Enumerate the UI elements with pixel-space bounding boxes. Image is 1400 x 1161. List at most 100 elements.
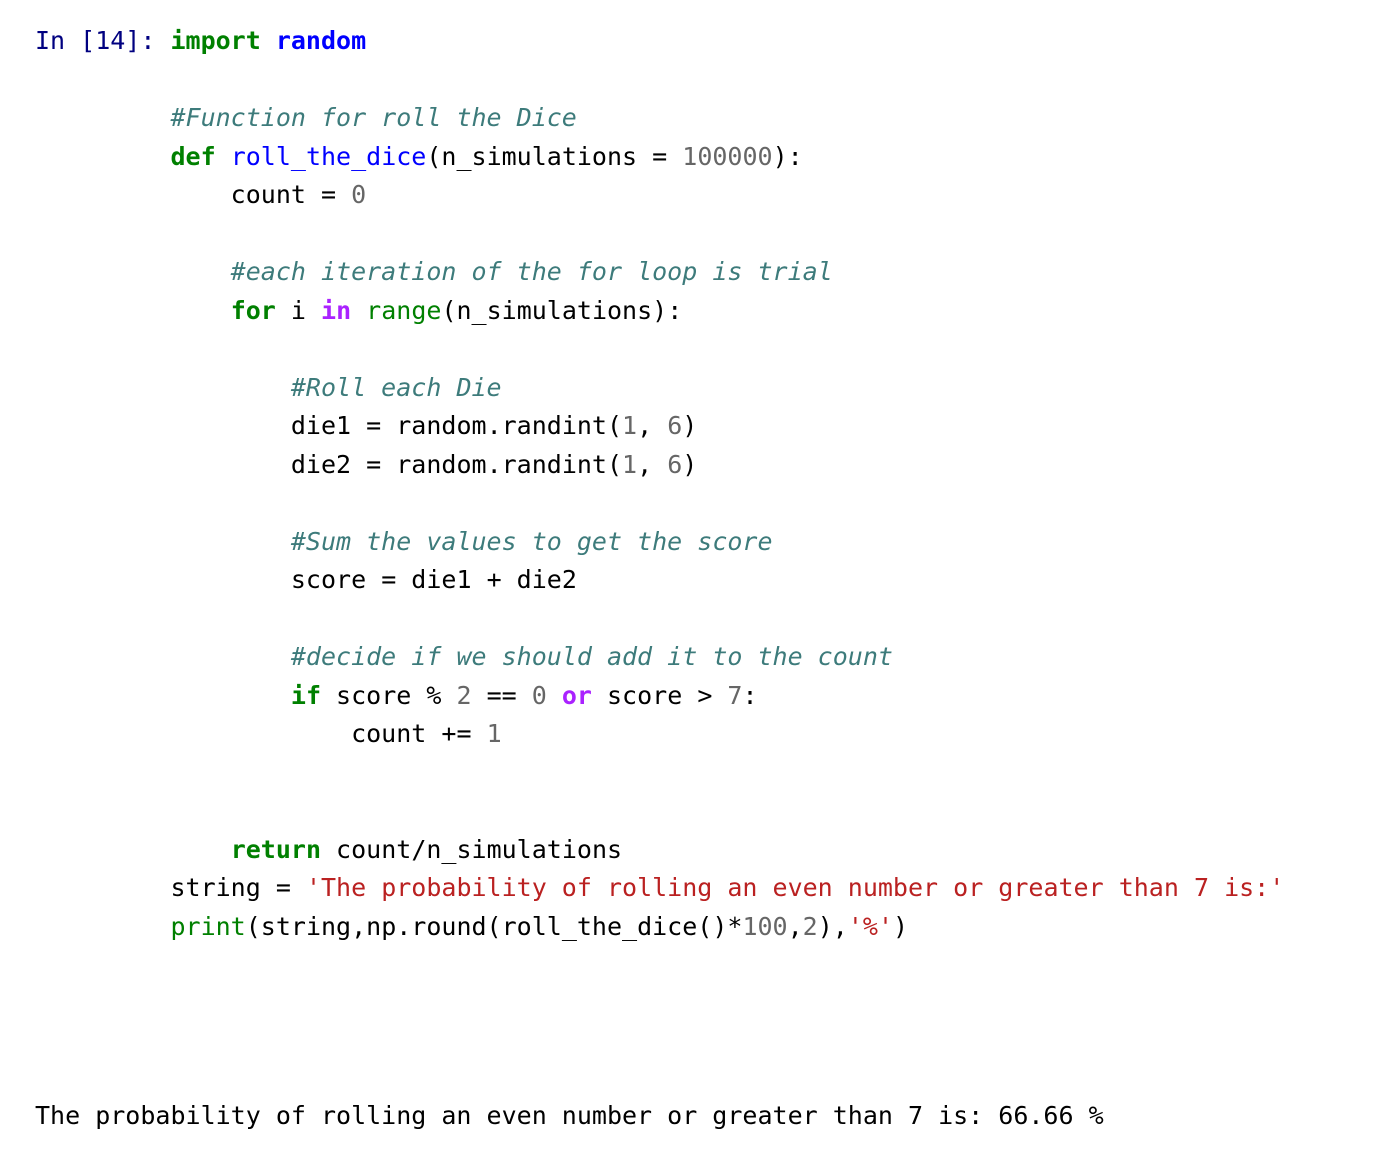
code-token: ) [682,449,698,479]
code-token: count [170,180,321,209]
line-def: def roll_the_dice(n_simulations = 100000… [170,138,1284,177]
code-token: 1 [486,719,502,748]
line-blank-5 [170,600,1284,639]
code-token: #Roll each Die [170,372,502,402]
code-editor-area[interactable]: import random #Function for roll the Dic… [170,22,1284,946]
code-token: in [321,295,367,325]
code-token: if [290,680,337,710]
code-token: 1 [622,411,638,440]
code-token: random [396,411,487,440]
line-for: for i in range(n_simulations): [170,292,1284,331]
line-return: return count/n_simulations [170,831,1284,870]
code-token: 100 [742,911,788,941]
code-token: (n_simulations): [441,295,683,325]
line-blank-3 [170,330,1284,369]
code-token: or [561,680,607,710]
code-token: .randint( [486,411,623,440]
code-token: 0 [531,680,562,710]
code-token: ), [817,911,848,941]
code-token: die2 [170,449,367,479]
line-blank-1 [170,61,1284,100]
code-token: import [170,26,276,55]
code-token: = [652,141,668,171]
line-score: score = die1 + die2 [170,561,1284,600]
code-token: roll_the_dice [230,141,427,171]
code-token: 6 [667,411,683,440]
code-token: range [366,295,442,325]
code-token: > [697,680,728,710]
code-token: random [396,449,487,479]
cell-output-stdout: The probability of rolling an even numbe… [35,1101,1104,1130]
code-token: random [275,26,367,55]
code-token: ) [682,411,698,440]
code-token: count [336,834,412,864]
code-token: 2 [456,680,487,710]
line-blank-2 [170,215,1284,254]
line-count-init: count = 0 [170,176,1284,215]
code-token: for [230,295,291,325]
code-token: 6 [667,449,683,479]
code-token: 100000 [682,141,773,171]
code-token: 0 [351,180,367,209]
code-token: / [411,834,427,864]
code-token: : [742,680,758,710]
code-token: count [170,719,442,748]
code-token: #Sum the values to get the score [170,526,773,556]
code-token: , [637,411,668,440]
code-token: 1 [622,449,638,479]
code-token: 7 [727,680,743,710]
code-token: * [727,911,743,941]
line-count-increment: count += 1 [170,715,1284,754]
code-token: 'The probability of rolling an even numb… [305,873,1285,902]
code-token: string [170,873,276,902]
code-token: die2 [516,565,577,594]
code-token: % [426,680,457,710]
line-print: print(string,np.round(roll_the_dice()*10… [170,908,1284,947]
code-token: die1 [170,411,367,440]
code-token: n_simulations [426,834,623,864]
code-cell[interactable]: In [14]: import random #Function for rol… [35,22,1284,946]
line-blank-4 [170,484,1284,523]
code-token: += [441,719,487,748]
line-die1: die1 = random.randint(1, 6) [170,407,1284,446]
line-die2: die2 = random.randint(1, 6) [170,446,1284,485]
code-token: #each iteration of the for loop is trial [170,257,833,286]
code-token: score [336,680,427,710]
code-cell-row: In [14]: import random #Function for rol… [35,22,1284,946]
code-token: (n_simulations [426,141,653,171]
line-blank-7 [170,792,1284,831]
code-token: ): [772,141,803,171]
code-token: i [290,295,322,325]
code-token: print [170,911,246,941]
code-token: = [366,411,397,440]
input-prompt-label: In [14]: [35,26,171,55]
code-token: = [275,873,306,902]
code-token: #decide if we should add it to the count [170,642,893,671]
line-if: if score % 2 == 0 or score > 7: [170,677,1284,716]
line-comment-decide: #decide if we should add it to the count [170,638,1284,677]
line-string-assign: string = 'The probability of rolling an … [170,869,1284,908]
code-token: == [486,680,532,710]
code-token: ) [893,911,909,941]
code-token: score [607,680,698,710]
code-token: , [637,449,668,479]
code-token: 2 [802,911,818,941]
code-token: return [230,834,337,864]
line-comment-function: #Function for roll the Dice [170,99,1284,138]
code-token: def [170,141,231,171]
line-comment-roll: #Roll each Die [170,369,1284,408]
code-token: score [170,565,382,594]
code-token: = [381,565,412,594]
code-token: .randint( [486,449,623,479]
line-blank-6 [170,754,1284,793]
notebook-page: In [14]: import random #Function for rol… [0,0,1400,1161]
code-token: = [320,180,352,209]
line-comment-sum: #Sum the values to get the score [170,523,1284,562]
code-token: .round(roll_the_dice() [396,911,728,941]
line-comment-iteration: #each iteration of the for loop is trial [170,253,1284,292]
code-token: (string,np [245,911,397,941]
